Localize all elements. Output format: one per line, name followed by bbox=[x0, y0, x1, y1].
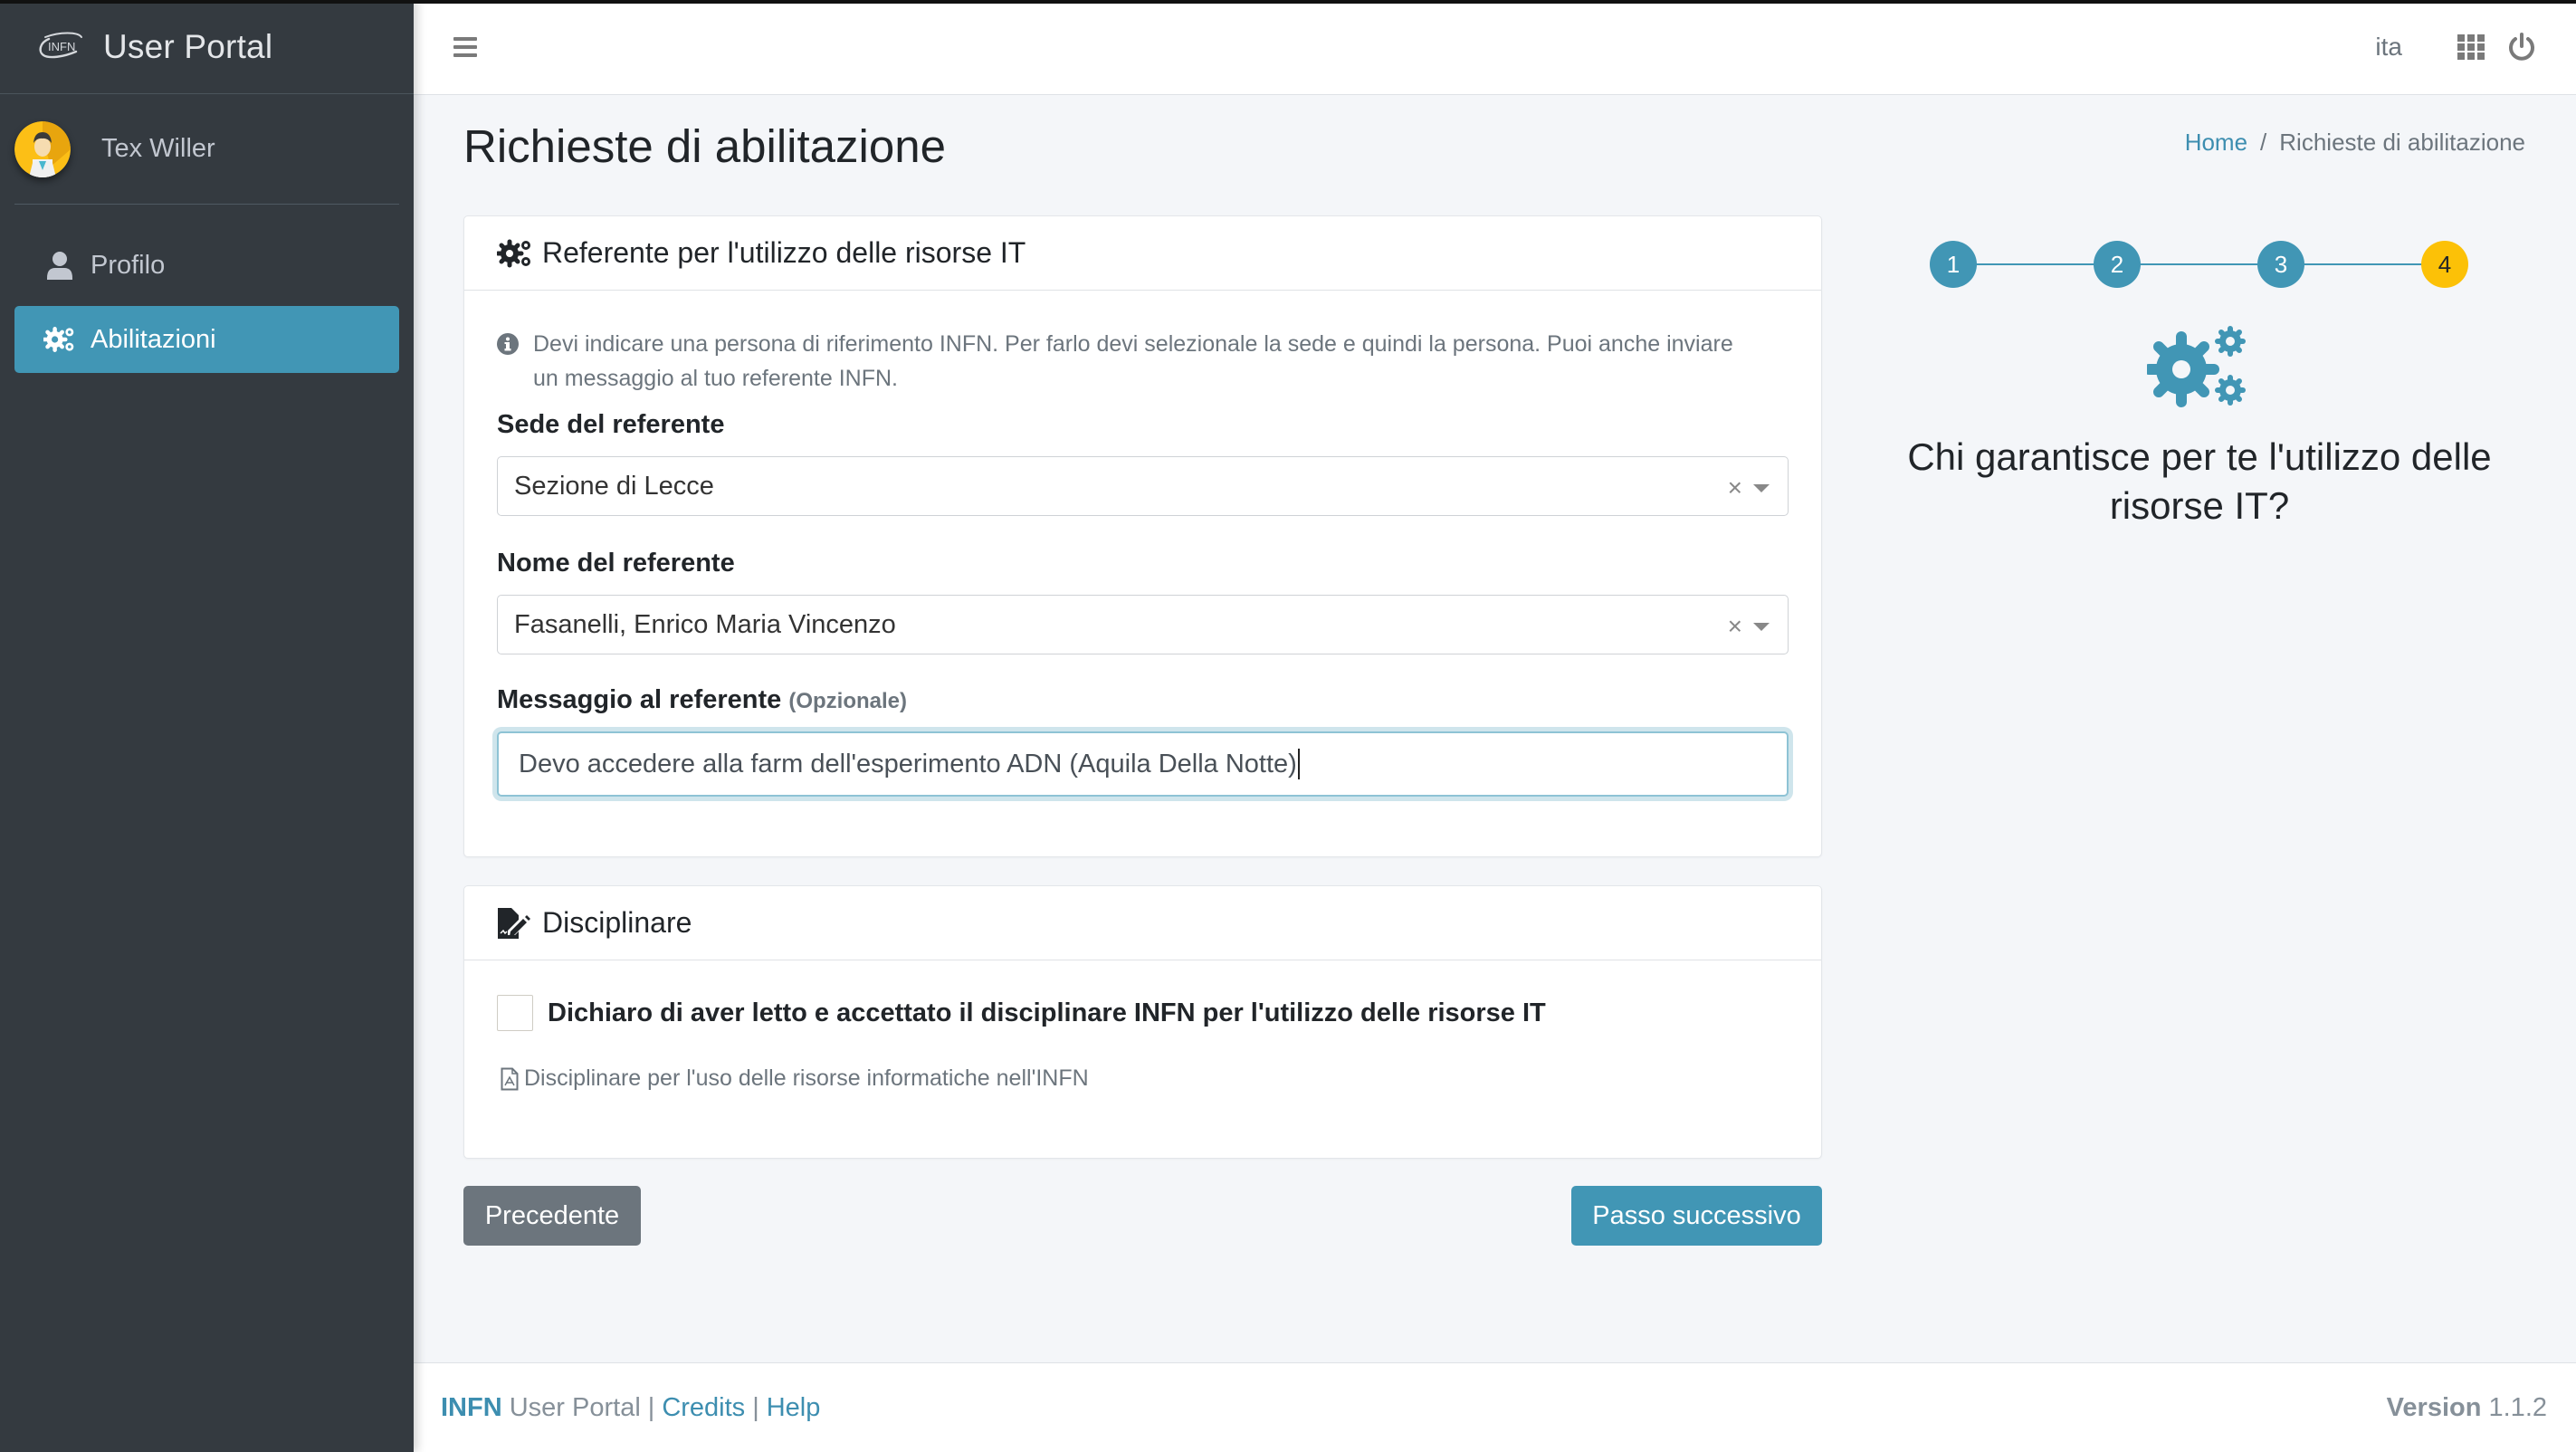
breadcrumb-current: Richieste di abilitazione bbox=[2279, 129, 2525, 156]
sidebar-item-label: Profilo bbox=[91, 250, 166, 280]
breadcrumb: Home / Richieste di abilitazione bbox=[2185, 129, 2525, 157]
wizard-steps: 1 2 3 4 bbox=[1930, 241, 2469, 288]
step-1[interactable]: 1 bbox=[1930, 241, 1977, 288]
breadcrumb-separator: / bbox=[2260, 129, 2267, 156]
cogs-icon bbox=[2147, 326, 2246, 407]
step-3[interactable]: 3 bbox=[2257, 241, 2304, 288]
sidebar-nav: Profilo Abilitazioni bbox=[0, 205, 414, 373]
disciplinare-card-title: Disciplinare bbox=[542, 906, 692, 939]
top-navbar: ita bbox=[414, 0, 2576, 95]
footer: INFN User Portal | Credits | Help Versio… bbox=[414, 1362, 2576, 1452]
logout-button[interactable] bbox=[2507, 33, 2536, 62]
clear-icon[interactable]: × bbox=[1728, 473, 1742, 502]
avatar-icon bbox=[14, 120, 71, 177]
window-top-edge bbox=[0, 0, 2576, 4]
user-name[interactable]: Tex Willer bbox=[101, 134, 215, 164]
sede-selected-value: Sezione di Lecce bbox=[514, 471, 714, 501]
language-selector[interactable]: ita bbox=[2375, 33, 2402, 62]
infn-logo-icon: INFN bbox=[39, 32, 82, 58]
previous-button[interactable]: Precedente bbox=[463, 1186, 641, 1246]
accept-row: Dichiaro di aver letto e accettato il di… bbox=[497, 995, 1789, 1031]
step-4-current[interactable]: 4 bbox=[2421, 241, 2468, 288]
accept-disciplinare-checkbox[interactable] bbox=[497, 995, 533, 1031]
help-link[interactable]: Help bbox=[767, 1393, 821, 1423]
text-cursor bbox=[1297, 749, 1300, 779]
footer-separator: | bbox=[647, 1392, 655, 1422]
brand-title: User Portal bbox=[103, 27, 273, 65]
steps-connector bbox=[1953, 263, 2446, 265]
version-info: Version 1.1.2 bbox=[2386, 1392, 2547, 1422]
page-title: Richieste di abilitazione bbox=[463, 120, 946, 172]
sidebar-item-profilo[interactable]: Profilo bbox=[14, 232, 399, 299]
step-2[interactable]: 2 bbox=[2094, 241, 2141, 288]
accept-disciplinare-label[interactable]: Dichiaro di aver letto e accettato il di… bbox=[548, 998, 1546, 1028]
svg-text:INFN: INFN bbox=[48, 40, 75, 53]
brand-link[interactable]: INFN User Portal bbox=[0, 0, 414, 94]
file-signature-icon bbox=[497, 906, 535, 941]
navbar-right: ita bbox=[2375, 33, 2536, 62]
nome-select[interactable]: Fasanelli, Enrico Maria Vincenzo × bbox=[497, 595, 1789, 654]
apps-grid-button[interactable] bbox=[2457, 33, 2485, 62]
footer-separator: | bbox=[752, 1392, 759, 1422]
hamburger-icon bbox=[453, 37, 477, 41]
disciplinare-card-header: Disciplinare bbox=[464, 886, 1821, 960]
nome-selected-value: Fasanelli, Enrico Maria Vincenzo bbox=[514, 609, 896, 639]
messaggio-label: Messaggio al referente (Opzionale) bbox=[497, 685, 908, 714]
messaggio-value: Devo accedere alla farm dell'esperimento… bbox=[519, 749, 1297, 779]
step-question: Chi garantisce per te l'utilizzo delle r… bbox=[1907, 435, 2492, 527]
info-circle-icon bbox=[497, 333, 519, 355]
cogs-icon bbox=[43, 323, 76, 356]
disciplinare-card: Disciplinare Dichiaro di aver letto e ac… bbox=[463, 885, 1822, 1159]
optional-hint: (Opzionale) bbox=[788, 689, 908, 713]
breadcrumb-home-link[interactable]: Home bbox=[2185, 129, 2247, 157]
user-panel: Tex Willer bbox=[14, 94, 399, 205]
chevron-down-icon[interactable] bbox=[1753, 484, 1770, 492]
clear-icon[interactable]: × bbox=[1728, 612, 1742, 641]
footer-brand: INFN bbox=[441, 1392, 502, 1422]
sidebar: INFN User Portal Tex Willer Profilo Abil… bbox=[0, 0, 414, 1452]
power-icon bbox=[2509, 33, 2534, 61]
footer-product: User Portal bbox=[509, 1392, 641, 1422]
next-step-button[interactable]: Passo successivo bbox=[1571, 1186, 1822, 1246]
user-icon bbox=[43, 249, 76, 282]
chevron-down-icon[interactable] bbox=[1753, 623, 1770, 631]
file-pdf-icon bbox=[501, 1067, 519, 1090]
credits-link[interactable]: Credits bbox=[662, 1393, 745, 1423]
user-avatar[interactable] bbox=[14, 120, 71, 177]
cogs-icon bbox=[497, 236, 535, 271]
disciplinare-pdf-link[interactable]: Disciplinare per l'uso delle risorse inf… bbox=[501, 1065, 1789, 1092]
referente-card-header: Referente per l'utilizzo delle risorse I… bbox=[464, 216, 1821, 291]
menu-toggle-button[interactable] bbox=[453, 37, 477, 57]
sidebar-item-abilitazioni[interactable]: Abilitazioni bbox=[14, 306, 399, 373]
sede-select[interactable]: Sezione di Lecce × bbox=[497, 456, 1789, 516]
nome-label: Nome del referente bbox=[497, 549, 735, 578]
grid-icon bbox=[2457, 34, 2485, 60]
messaggio-input[interactable]: Devo accedere alla farm dell'esperimento… bbox=[497, 731, 1789, 797]
sidebar-item-label: Abilitazioni bbox=[91, 324, 216, 354]
info-message: Devi indicare una persona di riferimento… bbox=[497, 327, 1764, 396]
sede-label: Sede del referente bbox=[497, 410, 725, 439]
referente-card: Referente per l'utilizzo delle risorse I… bbox=[463, 215, 1822, 857]
referente-card-title: Referente per l'utilizzo delle risorse I… bbox=[542, 236, 1026, 269]
